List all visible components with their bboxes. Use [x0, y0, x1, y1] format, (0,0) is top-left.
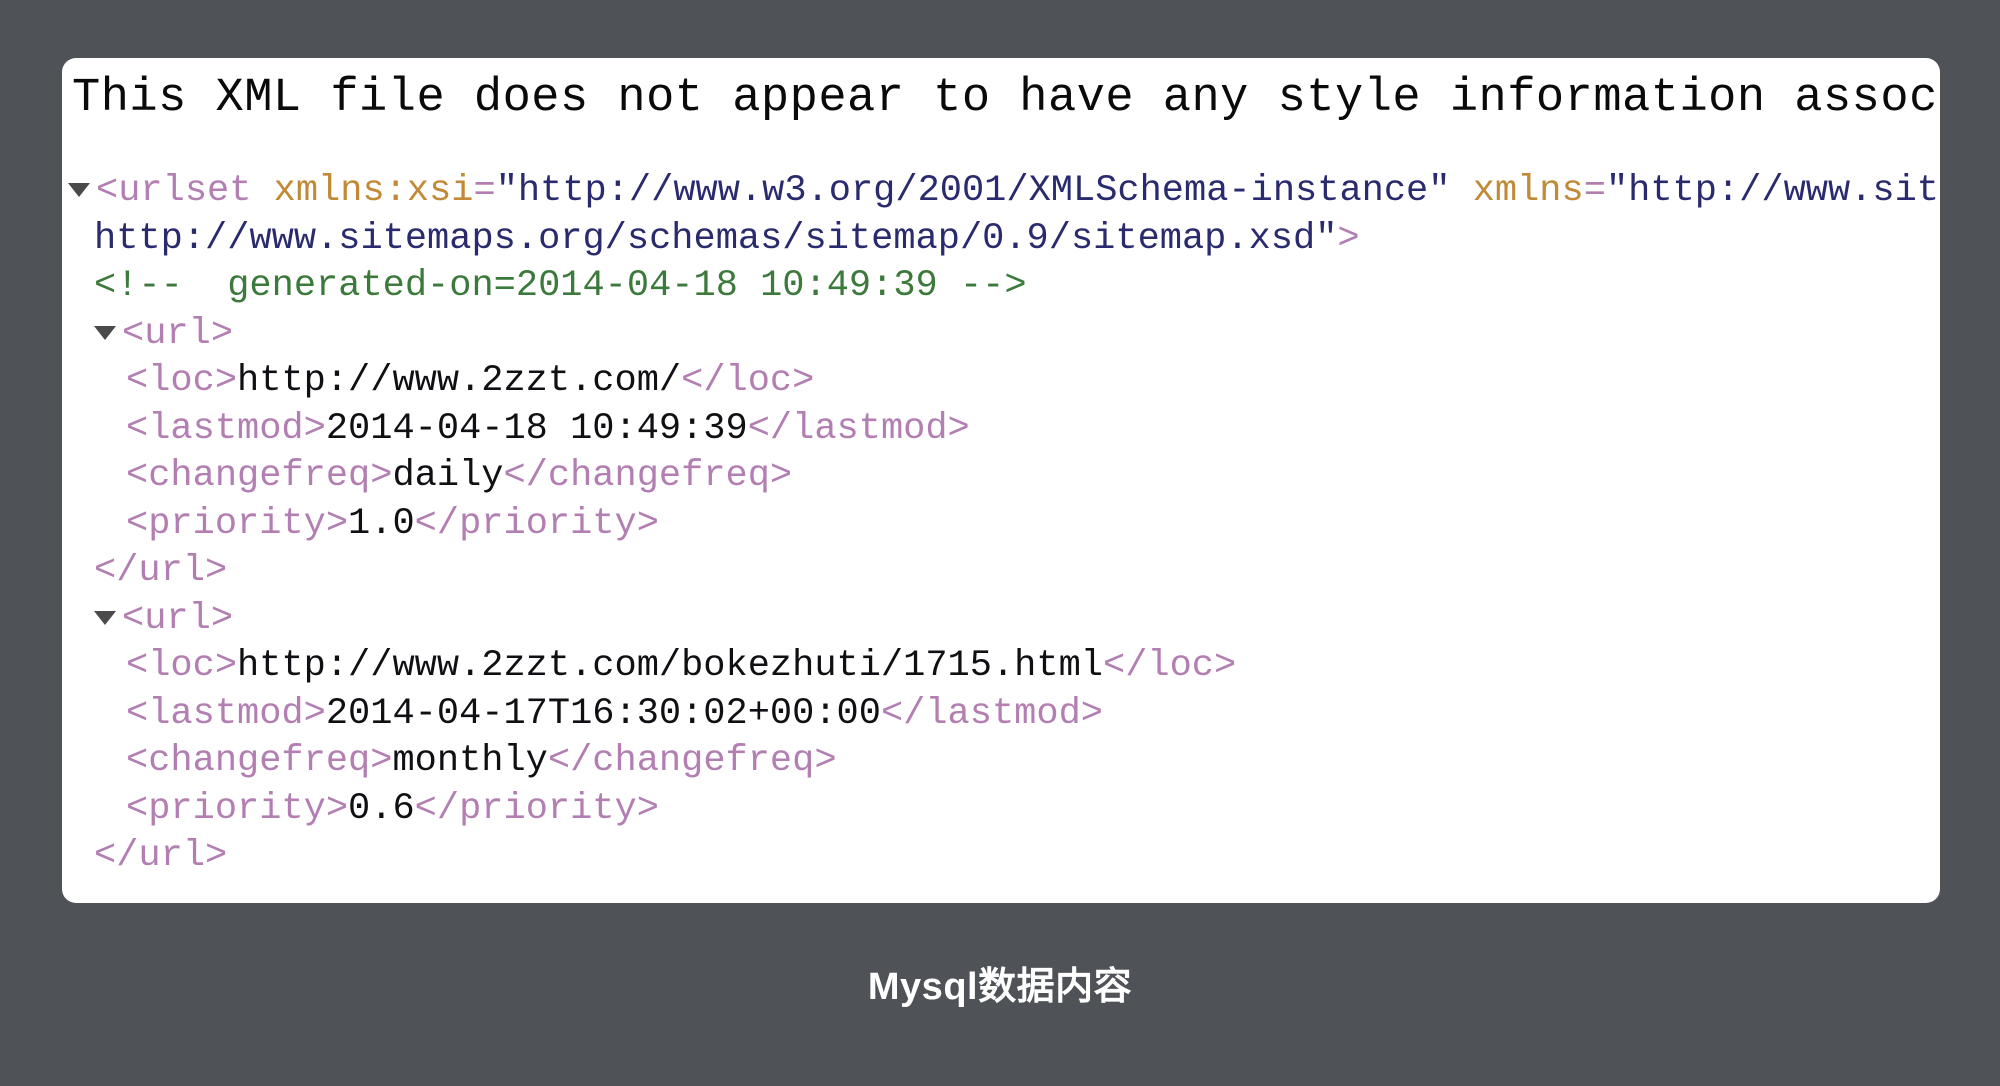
xml-token-tag: </lastmod> — [880, 692, 1103, 735]
xml-line: </url> — [68, 833, 1940, 881]
xml-line: <lastmod>2014-04-17T16:30:02+00:00</last… — [68, 691, 1940, 739]
xml-line: <url> — [68, 596, 1940, 644]
xml-token-tag: <lastmod> — [126, 407, 326, 450]
xml-line: <changefreq>daily</changefreq> — [68, 453, 1940, 501]
xml-line: <url> — [68, 311, 1940, 359]
xml-viewer-panel: This XML file does not appear to have an… — [62, 58, 1940, 903]
xml-token-tag: <loc> — [126, 360, 238, 402]
collapse-triangle-icon[interactable] — [94, 325, 116, 340]
xml-style-notice: This XML file does not appear to have an… — [62, 58, 1940, 142]
xml-token-tag: <changefreq> — [126, 455, 393, 497]
figure-caption: Mysql数据内容 — [867, 966, 1133, 1008]
xml-line: http://www.sitemaps.org/schemas/sitemap/… — [68, 216, 1940, 264]
xml-line: <!-- generated-on=2014-04-18 10:49:39 --… — [68, 263, 1940, 311]
xml-token-text: monthly — [392, 740, 548, 782]
xml-token-tag: </changefreq> — [547, 740, 837, 782]
xml-token-tag: <priority> — [126, 787, 349, 830]
xml-token-tag: <priority> — [126, 502, 349, 545]
xml-line: <lastmod>2014-04-18 10:49:39</lastmod> — [68, 406, 1940, 454]
xml-token-text: http://www.2zzt.com/bokezhuti/1715.html — [237, 645, 1103, 687]
xml-token-val: "http://www.w3.org/2001/XMLSchema-instan… — [495, 170, 1451, 212]
xml-token-text: daily — [392, 455, 504, 497]
xml-token-attr: xmlns:xsi — [273, 170, 474, 212]
xml-token-val: http://www.sitemaps.org/schemas/sitemap/… — [94, 217, 1338, 260]
xml-line: <loc>http://www.2zzt.com/bokezhuti/1715.… — [68, 643, 1940, 691]
xml-token-tag: </priority> — [414, 787, 659, 830]
collapse-triangle-icon[interactable] — [94, 610, 116, 625]
xml-token-tag: </url> — [94, 550, 228, 592]
xml-line: <urlset xmlns:xsi="http://www.w3.org/200… — [68, 168, 1940, 216]
xml-source-tree: <urlset xmlns:xsi="http://www.w3.org/200… — [62, 142, 1940, 881]
xml-line: <changefreq>monthly</changefreq> — [68, 738, 1940, 786]
xml-token-tag: </url> — [94, 835, 228, 877]
xml-token-text: 0.6 — [348, 787, 415, 830]
xml-token-comment: <!-- generated-on=2014-04-18 10:49:39 --… — [94, 265, 1027, 307]
xml-token-text: 1.0 — [348, 502, 415, 545]
xml-token-tag: <urlset — [96, 170, 274, 212]
xml-token-tag: <changefreq> — [126, 740, 393, 782]
xml-token-tag: </priority> — [414, 502, 659, 545]
xml-token-tag: <url> — [122, 597, 234, 640]
xml-token-tag: = — [473, 170, 496, 212]
xml-token-text: 2014-04-17T16:30:02+00:00 — [325, 692, 881, 735]
xml-line: </url> — [68, 548, 1940, 596]
xml-token-tag: <lastmod> — [126, 692, 326, 735]
xml-token-text: 2014-04-18 10:49:39 — [325, 407, 748, 450]
xml-token-tag: </loc> — [681, 360, 815, 402]
xml-token-tag: = — [1583, 170, 1606, 212]
xml-token-tag: > — [1337, 217, 1360, 260]
xml-token-tag: </changefreq> — [503, 455, 793, 497]
xml-token-attr: xmlns — [1472, 170, 1584, 212]
xml-token-text: http://www.2zzt.com/ — [237, 360, 682, 402]
xml-token-tag: <loc> — [126, 645, 238, 687]
xml-token-tag: <url> — [122, 312, 234, 355]
page-root: This XML file does not appear to have an… — [0, 0, 2000, 1086]
collapse-triangle-icon[interactable] — [68, 183, 90, 197]
xml-line: <priority>1.0</priority> — [68, 501, 1940, 549]
xml-token-tag: </lastmod> — [747, 407, 970, 450]
xml-line: <priority>0.6</priority> — [68, 786, 1940, 834]
xml-line: <loc>http://www.2zzt.com/</loc> — [68, 358, 1940, 406]
xml-notice-text: This XML file does not appear to have an… — [72, 72, 1940, 125]
xml-token-text — [1450, 170, 1472, 212]
xml-token-tag: </loc> — [1102, 645, 1237, 687]
xml-token-val: "http://www.siter — [1605, 170, 1940, 212]
